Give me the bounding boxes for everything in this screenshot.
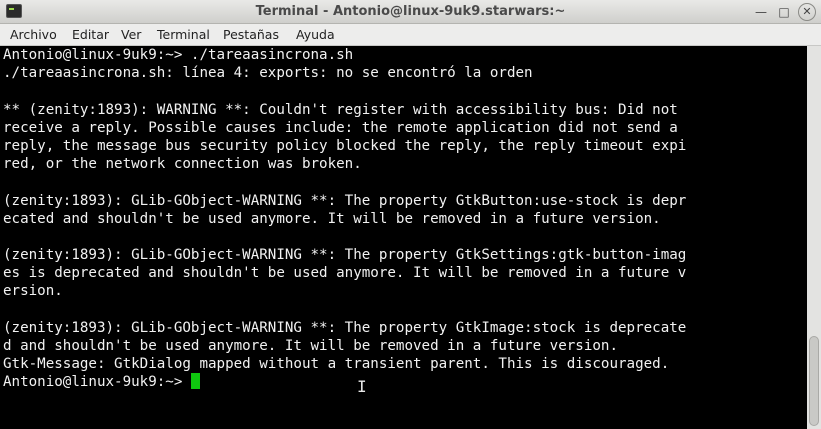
terminal-line: reply, the message bus security policy b…	[3, 137, 687, 154]
terminal-line: es is deprecated and shouldn't be used a…	[3, 265, 687, 282]
shell-prompt: Antonio@linux-9uk9:~>	[3, 374, 191, 391]
terminal-line: ** (zenity:1893): WARNING **: Couldn't r…	[3, 101, 678, 118]
maximize-button[interactable]: □	[775, 3, 793, 21]
terminal-line: ersion.	[3, 283, 63, 300]
terminal-line: ecated and shouldn't be used anymore. It…	[3, 210, 661, 227]
menu-editar[interactable]: Editar	[72, 27, 109, 42]
menu-pestanas[interactable]: Pestañas	[223, 27, 279, 42]
terminal-line: (zenity:1893): GLib-GObject-WARNING **: …	[3, 192, 687, 209]
scrollbar-thumb[interactable]	[809, 336, 819, 426]
minimize-button[interactable]: —	[752, 3, 770, 21]
menu-bar: Archivo Editar Ver Terminal Pestañas Ayu…	[0, 24, 821, 46]
terminal-line: ./tareaasincrona.sh: línea 4: exports: n…	[3, 65, 533, 82]
terminal-line: red, or the network connection was broke…	[3, 156, 362, 173]
terminal-line: Antonio@linux-9uk9:~> ./tareaasincrona.s…	[3, 47, 354, 63]
title-bar[interactable]: Terminal - Antonio@linux-9uk9.starwars:~…	[0, 0, 821, 24]
menu-terminal[interactable]: Terminal	[157, 27, 210, 42]
terminal-area[interactable]: Antonio@linux-9uk9:~> ./tareaasincrona.s…	[0, 46, 821, 429]
terminal-line: receive a reply. Possible causes include…	[3, 119, 678, 136]
menu-archivo[interactable]: Archivo	[10, 27, 57, 42]
ibeam-cursor-icon: I	[357, 377, 367, 396]
menu-ver[interactable]: Ver	[121, 27, 141, 42]
terminal-line: d and shouldn't be used anymore. It will…	[3, 338, 618, 354]
terminal-line: (zenity:1893): GLib-GObject-WARNING **: …	[3, 247, 687, 264]
terminal-output[interactable]: Antonio@linux-9uk9:~> ./tareaasincrona.s…	[3, 46, 808, 429]
terminal-line: (zenity:1893): GLib-GObject-WARNING **: …	[3, 319, 687, 336]
menu-ayuda[interactable]: Ayuda	[296, 27, 335, 42]
text-cursor	[190, 373, 200, 390]
close-button[interactable]: ✕	[798, 3, 816, 21]
prompt-line: Antonio@linux-9uk9:~>	[3, 373, 808, 391]
vertical-scrollbar[interactable]	[807, 46, 821, 429]
window-title: Terminal - Antonio@linux-9uk9.starwars:~	[255, 4, 566, 19]
terminal-line: Gtk-Message: GtkDialog mapped without a …	[3, 356, 670, 373]
